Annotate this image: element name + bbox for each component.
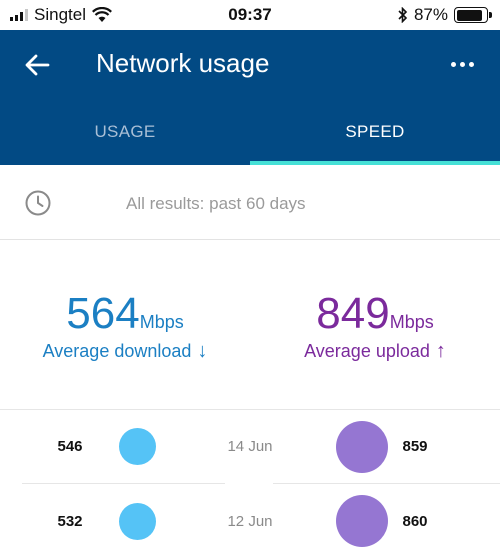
- average-upload: 849Mbps Average upload ↑: [250, 290, 500, 363]
- date-filter[interactable]: All results: past 60 days: [0, 165, 500, 240]
- tab-usage[interactable]: USAGE: [0, 122, 250, 162]
- download-dot: [119, 503, 156, 540]
- result-date: 12 Jun: [227, 513, 273, 530]
- filter-label: All results: past 60 days: [126, 194, 306, 213]
- result-row[interactable]: 532 12 Jun 860: [0, 484, 500, 553]
- upload-dot: [336, 421, 388, 473]
- bluetooth-icon: [398, 7, 408, 23]
- upload-speed: 860: [402, 513, 428, 530]
- upload-speed: 859: [402, 438, 428, 455]
- download-speed: 532: [57, 513, 83, 530]
- result-row[interactable]: 546 14 Jun 859: [0, 410, 500, 484]
- page-title: Network usage: [96, 48, 270, 78]
- clock-icon: [25, 190, 51, 216]
- download-arrow-icon: ↓: [197, 340, 208, 362]
- result-date: 14 Jun: [227, 438, 273, 455]
- average-download-unit: Mbps: [139, 312, 184, 332]
- download-speed: 546: [57, 438, 83, 455]
- average-download-value: 564: [66, 289, 140, 338]
- average-download-label: Average download: [42, 341, 192, 361]
- upload-arrow-icon: ↑: [435, 340, 446, 362]
- battery-icon: [454, 7, 492, 23]
- tab-speed[interactable]: SPEED: [250, 122, 500, 162]
- download-dot: [119, 428, 156, 465]
- back-arrow-icon[interactable]: [24, 52, 50, 78]
- upload-dot: [336, 495, 388, 547]
- average-upload-value: 849: [316, 289, 390, 338]
- average-upload-unit: Mbps: [389, 312, 434, 332]
- battery-percent: 87%: [413, 5, 448, 24]
- status-right: 87%: [398, 5, 492, 25]
- average-download: 564Mbps Average download ↓: [0, 290, 250, 363]
- more-options-icon[interactable]: [448, 56, 476, 72]
- app-bar: Network usage USAGE SPEED: [0, 30, 500, 165]
- average-upload-label: Average upload: [304, 341, 430, 361]
- status-bar: Singtel 09:37 87%: [0, 0, 500, 30]
